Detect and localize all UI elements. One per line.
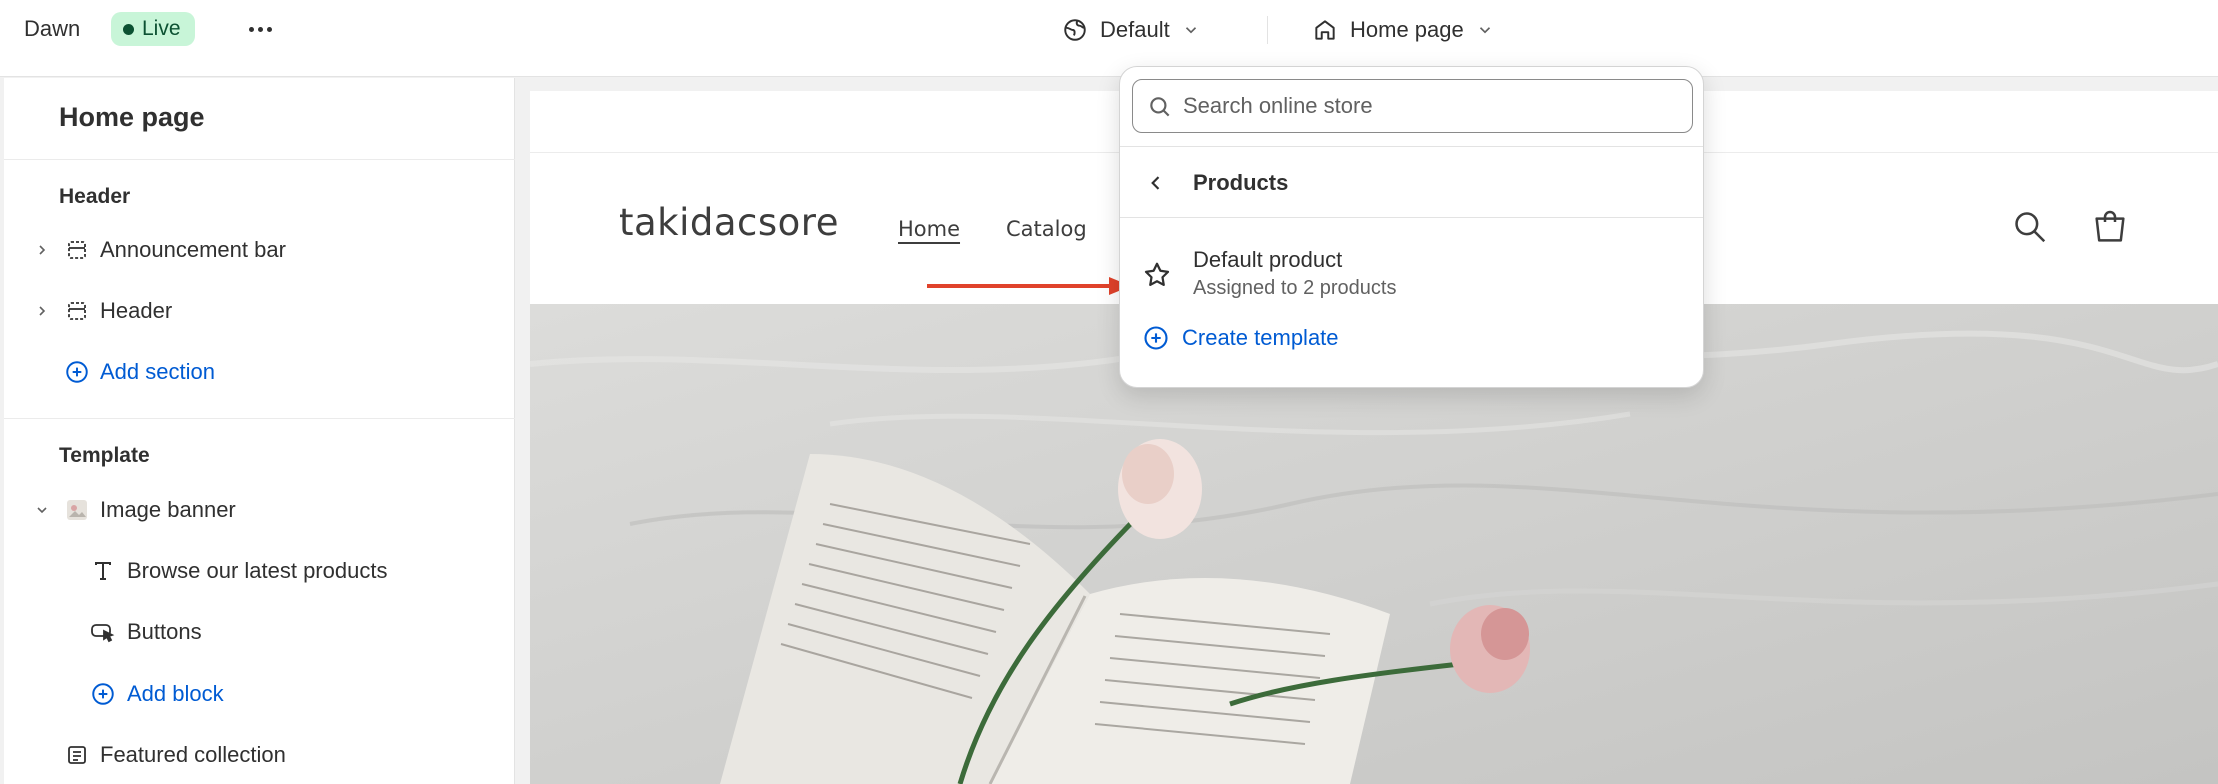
chevron-right-icon[interactable] [32,240,52,260]
plus-circle-icon [64,359,90,385]
template-selector-popover: Products Default product Assigned to 2 p… [1119,66,1704,388]
section-label: Announcement bar [100,237,286,262]
live-badge-label: Live [142,17,181,40]
language-select[interactable]: Default [1062,12,1200,48]
nav-link-home[interactable]: Home [898,217,960,241]
section-row-header[interactable]: Header [4,290,515,332]
search-icon[interactable] [2008,205,2052,249]
add-block-button[interactable]: Add block [4,673,515,715]
page-select-label: Home page [1350,17,1464,42]
add-section-label: Add section [100,359,215,384]
popover-divider [1120,146,1703,147]
plus-circle-icon [1144,326,1168,350]
section-row-featured-collection[interactable]: Featured collection [4,734,515,776]
sidebar-divider [4,159,515,160]
section-layout-icon [64,237,90,263]
chevron-right-icon[interactable] [32,301,52,321]
live-status-badge: Live [111,12,195,46]
sidebar-title: Home page [59,102,205,132]
store-search-field[interactable] [1132,79,1693,133]
star-icon [1144,262,1170,286]
template-group-heading: Template [59,444,150,467]
header-group-heading: Header [59,185,131,208]
store-logo-text[interactable]: takidacsore [619,201,839,244]
block-label: Browse our latest products [127,558,388,583]
image-thumbnail-icon [64,497,90,523]
chevron-down-icon [1185,27,1196,34]
home-icon [1315,20,1335,40]
sidebar-divider [4,418,515,419]
add-block-label: Add block [127,681,224,706]
chevron-down-icon [1479,27,1490,34]
back-chevron-icon[interactable] [1142,169,1170,197]
add-section-button[interactable]: Add section [4,351,515,393]
page-select[interactable]: Home page [1312,12,1494,48]
section-layout-icon [64,298,90,324]
block-row-buttons[interactable]: Buttons [4,611,515,653]
cart-icon[interactable] [2088,205,2132,249]
topbar-divider [1267,16,1268,44]
plus-circle-icon [90,681,116,707]
block-label: Buttons [127,619,202,644]
editor-topbar: Dawn Live Default Home page [0,0,2218,77]
language-select-label: Default [1100,17,1170,42]
button-block-icon [90,619,116,645]
live-dot-icon [123,23,134,35]
more-dots-icon [248,26,254,32]
more-actions-button[interactable] [245,14,275,44]
create-template-label: Create template [1182,325,1339,350]
nav-link-catalog[interactable]: Catalog [1006,217,1087,241]
section-row-announcement-bar[interactable]: Announcement bar [4,229,515,271]
template-option-title[interactable]: Default product [1193,247,1342,273]
section-label: Header [100,298,173,323]
create-template-button[interactable]: Create template [1142,322,1339,354]
theme-name: Dawn [24,16,81,41]
popover-divider [1120,217,1703,218]
template-option-subtitle: Assigned to 2 products [1193,277,1397,299]
search-icon [1150,97,1170,117]
popover-section-title: Products [1193,170,1289,195]
collection-icon [64,742,90,768]
globe-icon [1064,19,1086,41]
annotation-arrow [927,277,1131,295]
section-label: Image banner [100,497,236,522]
chevron-down-icon[interactable] [32,500,52,520]
text-block-icon [90,558,116,584]
store-search-input[interactable] [1183,88,1683,124]
section-label: Featured collection [100,742,286,767]
block-row-text[interactable]: Browse our latest products [4,550,515,592]
sections-sidebar: Home page Header Announcement bar Header… [4,78,515,784]
section-row-image-banner[interactable]: Image banner [4,489,515,531]
